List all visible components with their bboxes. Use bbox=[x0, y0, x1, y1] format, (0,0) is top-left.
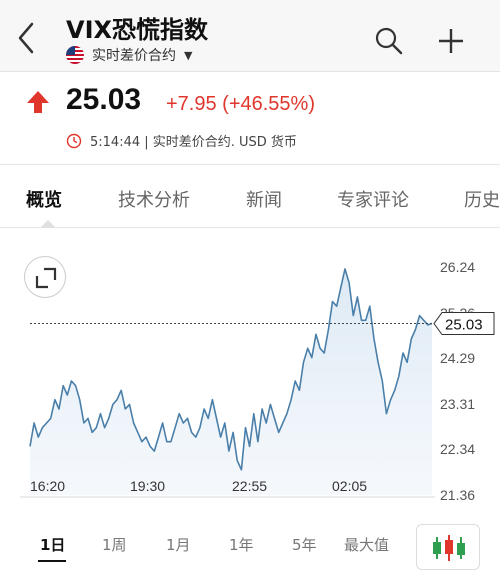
clock-icon bbox=[66, 133, 82, 148]
range-5y[interactable]: 5年 bbox=[292, 534, 317, 555]
candlestick-icon[interactable] bbox=[416, 524, 480, 570]
quote-meta: 5:14:44 | 实时差价合约. USD 货币 bbox=[66, 131, 297, 150]
chart-x-tick-label: 19:30 bbox=[130, 478, 165, 494]
range-1m[interactable]: 1月 bbox=[166, 534, 191, 555]
range-1y[interactable]: 1年 bbox=[229, 534, 254, 555]
expand-icon[interactable] bbox=[24, 256, 66, 298]
chevron-left-icon[interactable] bbox=[12, 20, 42, 56]
price-change: +7.95 (+46.55%) bbox=[166, 93, 315, 115]
chart-y-tick-label: 22.34 bbox=[440, 441, 475, 457]
app-header: VIX恐慌指数 实时差价合约 ▼ bbox=[0, 0, 500, 72]
chart-x-tick-label: 22:55 bbox=[232, 478, 267, 494]
range-max[interactable]: 最大值 bbox=[344, 534, 389, 555]
chart-x-tick-label: 02:05 bbox=[332, 478, 367, 494]
tab-technical[interactable]: 技术分析 bbox=[118, 186, 190, 212]
chart-y-tick-label: 21.36 bbox=[440, 487, 475, 503]
chart-area-fill bbox=[30, 268, 432, 495]
search-icon[interactable] bbox=[374, 26, 404, 56]
us-flag-icon bbox=[66, 46, 84, 64]
plus-icon[interactable] bbox=[436, 26, 466, 56]
tab-history[interactable]: 历史 bbox=[464, 186, 500, 212]
time-range-selector: 1日 1周 1月 1年 5年 最大值 bbox=[0, 520, 500, 580]
instrument-type-label: 实时差价合约 bbox=[92, 48, 176, 64]
current-price: 25.03 bbox=[66, 83, 142, 116]
quote-panel: 25.03 +7.95 (+46.55%) 5:14:44 | 实时差价合约. … bbox=[0, 73, 500, 165]
chart-last-value-label: 25.03 bbox=[445, 317, 483, 334]
active-range-underline bbox=[38, 560, 66, 562]
chart-y-tick-label: 24.29 bbox=[440, 350, 475, 366]
range-1d[interactable]: 1日 bbox=[40, 534, 65, 555]
instrument-selector[interactable]: 实时差价合约 ▼ bbox=[66, 45, 192, 65]
tab-analysis[interactable]: 专家评论 bbox=[337, 186, 409, 212]
chart-x-tick-label: 16:20 bbox=[30, 478, 65, 494]
caret-down-icon: ▼ bbox=[184, 48, 193, 62]
page-title: VIX恐慌指数 bbox=[66, 16, 209, 44]
tab-news[interactable]: 新闻 bbox=[246, 186, 282, 212]
up-arrow-icon bbox=[26, 89, 50, 115]
range-1w[interactable]: 1周 bbox=[102, 534, 127, 555]
tab-indicator bbox=[40, 220, 56, 228]
chart-svg: 26.2425.2624.2923.3122.3421.3625.0316:20… bbox=[20, 259, 495, 503]
quote-time-source: 5:14:44 | 实时差价合约. USD 货币 bbox=[90, 135, 297, 150]
price-chart[interactable]: 26.2425.2624.2923.3122.3421.3625.0316:20… bbox=[0, 230, 500, 520]
section-tabs: 概览 技术分析 新闻 专家评论 历史 bbox=[0, 166, 500, 228]
tab-overview[interactable]: 概览 bbox=[26, 186, 62, 212]
chart-y-tick-label: 26.24 bbox=[440, 259, 475, 275]
chart-y-tick-label: 23.31 bbox=[440, 396, 475, 412]
